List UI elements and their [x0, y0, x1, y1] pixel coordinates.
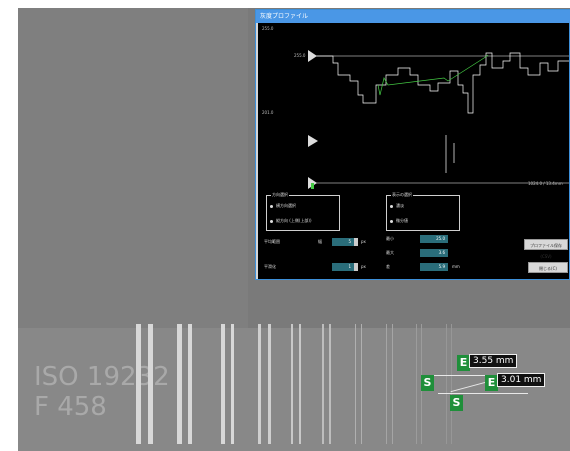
- radio-vertical[interactable]: 縦方向 (上側(上部)): [270, 218, 312, 224]
- profile-plot[interactable]: 255.0 255.0 201.0 1024.0 / 13.4mm: [258, 23, 569, 189]
- iqi-wire: [177, 324, 182, 444]
- iqi-wire: [188, 324, 192, 444]
- save-csv-button[interactable]: プロファイル保存(CSV): [524, 239, 568, 259]
- display-group-title: 表示の選択: [391, 192, 413, 198]
- radio-dot-icon: [390, 219, 393, 223]
- stat-max-label: 最大: [386, 250, 394, 255]
- smoothing-unit: px: [361, 264, 366, 269]
- smoothing-input[interactable]: 1: [332, 263, 354, 271]
- radio-label: 微分値: [396, 218, 408, 223]
- iqi-wire: [299, 324, 301, 444]
- marker-start[interactable]: S: [421, 375, 434, 391]
- radio-label: 濃淡: [396, 203, 404, 208]
- settings-panel: 方向選択 横方向選択 縦方向 (上側(上部)) 表示の選択 濃淡 微分値 平均範…: [258, 189, 569, 279]
- iqi-wire: [451, 324, 452, 444]
- average-width-label: 幅: [318, 239, 322, 244]
- profile-window: 灰度プロファイル 255.0 255.0 201.0 1024.0 / 13.4…: [255, 9, 570, 280]
- plot-y-top-label: 255.0: [262, 26, 274, 31]
- stat-diff-value: 5.9: [420, 263, 448, 271]
- radio-dot-icon: [270, 204, 273, 208]
- stat-max-value: 3.6: [420, 249, 448, 257]
- iqi-wire: [386, 324, 387, 444]
- average-width-unit: px: [361, 239, 366, 244]
- radio-dot-icon: [270, 219, 273, 223]
- iqi-wire: [148, 324, 153, 444]
- iqi-wire: [392, 324, 393, 444]
- stat-min-label: 最小: [386, 236, 394, 241]
- iqi-wire: [322, 324, 324, 444]
- plot-y-mid-label: 201.0: [262, 110, 274, 115]
- iqi-label-line2: F 458: [34, 392, 107, 422]
- stat-diff-unit: mm: [452, 264, 460, 269]
- smoothing-spinner[interactable]: [354, 263, 358, 271]
- average-width-input[interactable]: 5: [332, 238, 354, 246]
- xray-upper-region: [18, 8, 248, 328]
- stat-min-value: 25.0: [420, 235, 448, 243]
- close-button[interactable]: 閉じる(C): [528, 262, 568, 273]
- iqi-wire: [258, 324, 261, 444]
- direction-group-title: 方向選択: [271, 192, 289, 198]
- window-title[interactable]: 灰度プロファイル: [256, 10, 570, 23]
- stage: ISO 19232 F 458 E E S S 3.55 mm 3.01 mm: [0, 0, 570, 451]
- iqi-wire: [329, 324, 331, 444]
- iqi-wire: [221, 324, 225, 444]
- smoothing-label: 平滑化: [264, 264, 276, 269]
- radio-label: 横方向選択: [276, 203, 296, 208]
- iqi-wire: [268, 324, 271, 444]
- iqi-wire: [136, 324, 141, 444]
- measure-label: 3.01 mm: [497, 373, 546, 387]
- radio-density[interactable]: 濃淡: [390, 203, 404, 209]
- radio-derivative[interactable]: 微分値: [390, 218, 408, 224]
- average-range-label: 平均範囲: [264, 239, 280, 244]
- radio-label: 縦方向 (上側(上部)): [276, 218, 312, 223]
- display-group: 表示の選択 濃淡 微分値: [386, 192, 460, 231]
- measure-line: [438, 393, 528, 394]
- average-width-spinner[interactable]: [354, 238, 358, 246]
- plot-threshold-label: 255.0: [294, 53, 306, 58]
- iqi-wire: [355, 324, 356, 444]
- profile-graph: [308, 50, 569, 189]
- radio-dot-icon: [390, 204, 393, 208]
- marker-start[interactable]: S: [450, 395, 463, 411]
- plot-x-end-label: 1024.0 / 13.4mm: [528, 181, 563, 186]
- direction-group: 方向選択 横方向選択 縦方向 (上側(上部)): [266, 192, 340, 231]
- iqi-wire: [416, 324, 417, 444]
- stat-diff-label: 差: [386, 264, 390, 269]
- radio-horizontal[interactable]: 横方向選択: [270, 203, 296, 209]
- iqi-wire: [446, 324, 447, 444]
- iqi-wire: [361, 324, 362, 444]
- iqi-wire: [291, 324, 293, 444]
- iqi-wire: [231, 324, 234, 444]
- measure-label: 3.55 mm: [469, 354, 518, 368]
